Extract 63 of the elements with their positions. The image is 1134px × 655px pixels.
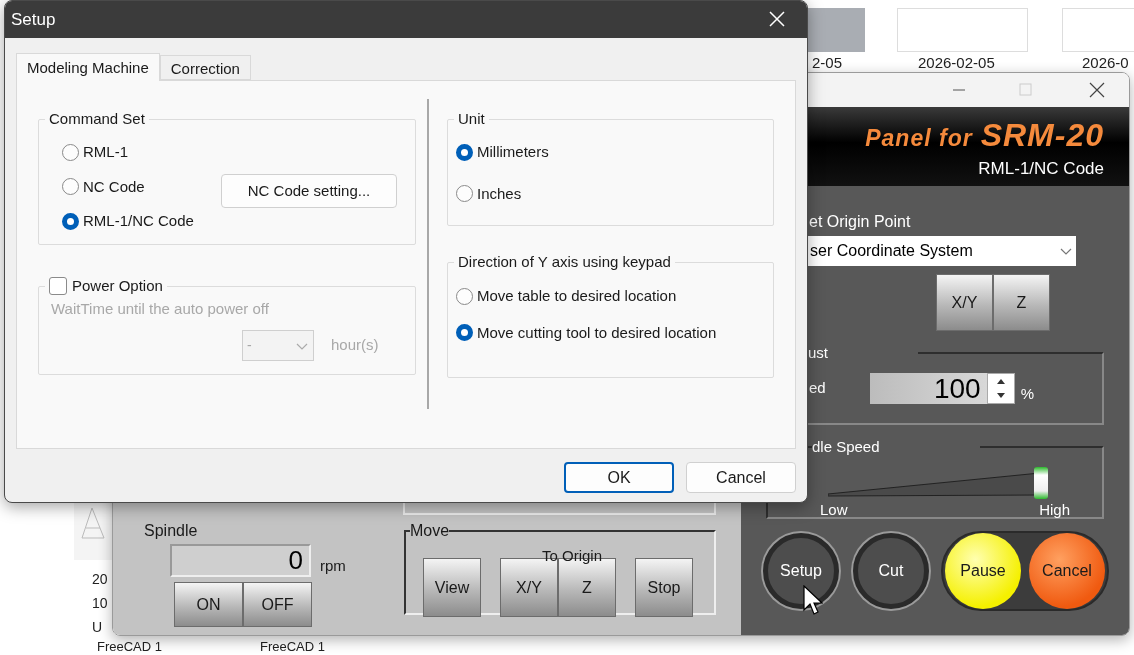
group-label: Command Set (49, 110, 145, 127)
radio-option[interactable]: RML-1 (62, 141, 194, 164)
speed-label: ed (809, 378, 826, 398)
radio-option[interactable]: Move table to desired location (456, 285, 773, 308)
dialog-button[interactable]: Cancel (686, 462, 796, 493)
group-label: Unit (458, 110, 485, 127)
group-label: ust (808, 344, 828, 361)
file-name: U (92, 618, 104, 636)
nc-code-setting-button[interactable]: NC Code setting... (221, 174, 397, 208)
slider-min-label: Low (820, 500, 848, 520)
file-name: 20 (92, 570, 108, 588)
file-date: 2026-0 (1082, 54, 1129, 71)
hint-text: WaitTime until the auto power off (50, 298, 270, 319)
slider-max-label: High (1039, 500, 1070, 520)
tab[interactable]: Correction (159, 55, 251, 80)
cursor-icon (803, 585, 823, 617)
file-thumbnail[interactable] (1062, 8, 1134, 52)
unit-label: rpm (320, 555, 346, 576)
unit-label: % (1020, 384, 1035, 404)
radio-option[interactable]: Millimeters (456, 141, 773, 164)
spindle-label: Spindle (144, 521, 199, 541)
file-name: 10 (92, 594, 108, 612)
up-icon[interactable] (995, 378, 1006, 384)
dialog-button[interactable]: OK (564, 462, 674, 493)
down-icon[interactable] (995, 392, 1006, 399)
spindle-button[interactable]: OFF (243, 582, 312, 627)
rpm-readout: 0 (170, 544, 311, 577)
action-button[interactable]: Cut (853, 533, 929, 609)
group-label: dle Speed (812, 438, 880, 455)
spindle-slider[interactable] (828, 467, 1048, 499)
move-button[interactable]: View (423, 558, 481, 617)
action-button[interactable]: Pause (945, 533, 1021, 609)
window-title: Setup (11, 8, 56, 31)
action-button[interactable]: Setup (763, 533, 839, 609)
spin-buttons[interactable] (986, 372, 1015, 404)
file-name: FreeCAD 1 (97, 639, 163, 654)
radio-option[interactable]: RML-1/NC Code (62, 210, 194, 233)
radio-option[interactable]: Inches (456, 182, 773, 205)
banner-subtitle: RML-1/NC Code (978, 157, 1104, 180)
action-button[interactable]: Cancel (1029, 533, 1105, 609)
origin-button[interactable]: X/Y (936, 274, 993, 331)
unit-label: hour(s) (331, 335, 379, 356)
radio-option[interactable]: Move cutting tool to desired location (456, 321, 773, 344)
chevron-down-icon (1059, 246, 1073, 256)
origin-select[interactable]: ser Coordinate System (807, 236, 1076, 266)
move-button[interactable]: Stop (635, 558, 693, 617)
slider-thumb[interactable] (1034, 467, 1048, 499)
checkbox[interactable] (49, 277, 67, 296)
origin-label: et Origin Point (809, 212, 912, 232)
group-label: Move (410, 522, 450, 539)
file-name: FreeCAD 1 (260, 639, 326, 654)
speed-input[interactable]: 100 (869, 372, 987, 404)
banner-text: Panel for (865, 124, 973, 153)
radio-option[interactable]: NC Code (62, 175, 194, 198)
file-thumbnail[interactable] (897, 8, 1028, 52)
tab[interactable]: Modeling Machine (16, 53, 160, 81)
origin-button[interactable]: Z (993, 274, 1050, 331)
file-date: 2026-02-05 (918, 54, 995, 71)
model-name: SRM-20 (980, 119, 1104, 151)
group-label: Direction of Y axis using keypad (458, 253, 671, 270)
file-date: 2-05 (812, 54, 843, 71)
checkbox-label[interactable]: Power Option (72, 275, 163, 298)
spindle-button[interactable]: ON (174, 582, 243, 627)
